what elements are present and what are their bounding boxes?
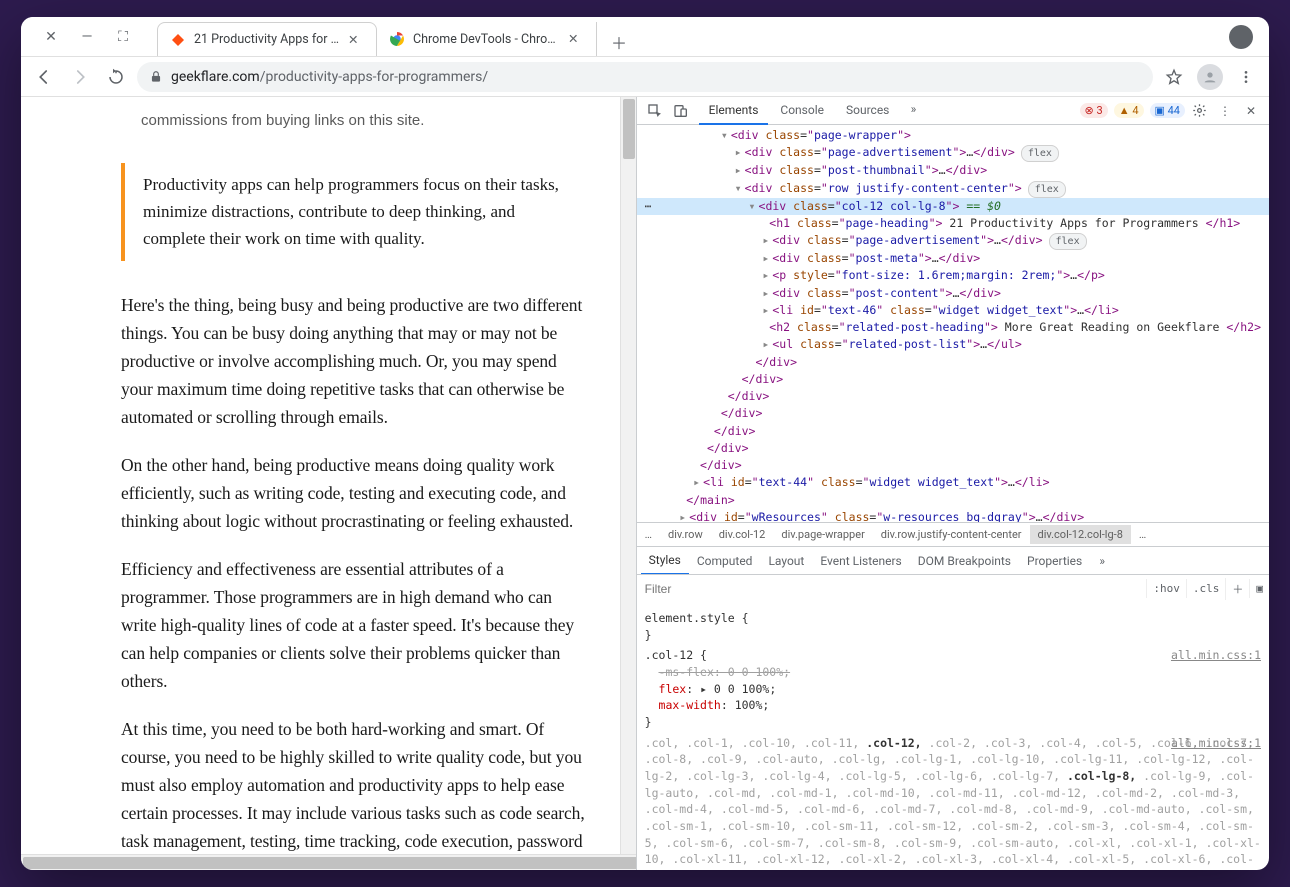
styles-panel-tabs: Styles Computed Layout Event Listeners D… <box>637 546 1269 574</box>
breadcrumb[interactable]: div.col-12 <box>711 525 774 544</box>
tab-label: Chrome DevTools - Chrome <box>413 32 560 47</box>
tab-sources[interactable]: Sources <box>836 97 899 125</box>
url-text: geekflare.com/productivity-apps-for-prog… <box>171 69 488 85</box>
tab-close-icon[interactable]: ✕ <box>568 31 584 47</box>
window-close-button[interactable]: ✕ <box>37 23 65 51</box>
dom-tree[interactable]: ▾<div class="page-wrapper"> ▸<div class=… <box>637 125 1269 522</box>
breadcrumb[interactable]: div.row <box>660 525 711 544</box>
bookmark-button[interactable] <box>1159 62 1189 92</box>
webpage-viewport: commissions from buying links on this si… <box>21 97 636 870</box>
browser-tabs: 21 Productivity Apps for Pro ✕ Chrome De… <box>157 17 1229 56</box>
breadcrumb[interactable]: div.row.justify-content-center <box>873 525 1030 544</box>
styles-rules-body[interactable]: element.style {} all.min.css:1 .col-12 {… <box>637 602 1269 870</box>
selected-dom-node: ⋯ ▾<div class="col-12 col-lg-8"> == $0 <box>637 198 1269 215</box>
chrome-favicon <box>389 31 405 47</box>
source-link[interactable]: all.min.css:1 <box>1171 735 1261 752</box>
back-button[interactable] <box>29 62 59 92</box>
browser-tab-active[interactable]: 21 Productivity Apps for Pro ✕ <box>157 22 377 56</box>
geekflare-favicon <box>170 32 186 48</box>
issue-badges[interactable]: ⊗ 3 ▲ 4 ▣ 44 <box>1080 103 1185 118</box>
hov-button[interactable]: :hov <box>1146 579 1186 598</box>
devtools-close-button[interactable]: ✕ <box>1239 99 1263 123</box>
content-area: commissions from buying links on this si… <box>21 97 1269 870</box>
tab-layout[interactable]: Layout <box>760 548 812 574</box>
breadcrumb[interactable]: … <box>637 525 660 544</box>
forward-button[interactable] <box>65 62 95 92</box>
article-body[interactable]: commissions from buying links on this si… <box>21 97 636 870</box>
tab-elements[interactable]: Elements <box>699 97 769 125</box>
article-blockquote: Productivity apps can help programmers f… <box>121 163 588 261</box>
profile-button[interactable] <box>1195 62 1225 92</box>
reload-button[interactable] <box>101 62 131 92</box>
warnings-badge[interactable]: ▲ 4 <box>1114 103 1144 118</box>
devtools-settings-button[interactable] <box>1187 99 1211 123</box>
devtools-menu-button[interactable]: ⋮ <box>1213 99 1237 123</box>
browser-tab[interactable]: Chrome DevTools - Chrome ✕ <box>377 22 597 56</box>
affiliate-disclosure: commissions from buying links on this si… <box>141 109 588 133</box>
issues-badge[interactable]: ▣ 44 <box>1150 103 1186 118</box>
article-paragraph: Here's the thing, being busy and being p… <box>121 291 588 431</box>
page-vertical-scrollbar[interactable] <box>620 97 636 854</box>
lock-icon <box>149 70 163 84</box>
devtools-toolbar: Elements Console Sources » ⊗ 3 ▲ 4 ▣ 44 … <box>637 97 1269 125</box>
article-paragraph: Efficiency and effectiveness are essenti… <box>121 555 588 695</box>
styles-filter-input[interactable] <box>637 582 1147 596</box>
profile-avatar-icon <box>1197 64 1223 90</box>
devtools-panel-tabs: Elements Console Sources » <box>699 97 1078 125</box>
titlebar-avatar[interactable] <box>1229 25 1253 49</box>
more-styles-tabs-button[interactable]: » <box>1090 549 1114 573</box>
address-bar: geekflare.com/productivity-apps-for-prog… <box>21 57 1269 97</box>
breadcrumb-more[interactable]: … <box>1131 525 1154 544</box>
article-paragraph: On the other hand, being productive mean… <box>121 451 588 535</box>
css-rule-col12[interactable]: all.min.css:1 .col-12 { -ms-flex: 0 0 10… <box>645 647 1261 730</box>
titlebar: ✕ — ⛶ 21 Productivity Apps for Pro ✕ Chr… <box>21 17 1269 57</box>
element-style-rule[interactable]: element.style {} <box>645 610 1261 643</box>
toggle-computed-button[interactable]: ▣ <box>1249 579 1269 598</box>
browser-menu-button[interactable] <box>1231 62 1261 92</box>
inspect-element-button[interactable] <box>643 99 667 123</box>
cls-button[interactable]: .cls <box>1186 579 1226 598</box>
window-maximize-button[interactable]: ⛶ <box>109 23 137 51</box>
css-rule-col-combo[interactable]: all.min.css:1 .col, .col-1, .col-10, .co… <box>645 735 1261 870</box>
tab-properties[interactable]: Properties <box>1019 548 1090 574</box>
tab-styles[interactable]: Styles <box>641 547 689 575</box>
window-controls: ✕ — ⛶ <box>29 23 145 51</box>
omnibox[interactable]: geekflare.com/productivity-apps-for-prog… <box>137 62 1153 92</box>
tab-label: 21 Productivity Apps for Pro <box>194 32 340 47</box>
tab-close-icon[interactable]: ✕ <box>348 32 364 48</box>
article-paragraph: At this time, you need to be both hard-w… <box>121 715 588 870</box>
tab-computed[interactable]: Computed <box>689 548 761 574</box>
breadcrumb[interactable]: div.page-wrapper <box>773 525 872 544</box>
browser-window: ✕ — ⛶ 21 Productivity Apps for Pro ✕ Chr… <box>21 17 1269 870</box>
page-horizontal-scrollbar[interactable] <box>21 854 636 870</box>
tab-dom-breakpoints[interactable]: DOM Breakpoints <box>910 548 1019 574</box>
device-toolbar-button[interactable] <box>669 99 693 123</box>
window-minimize-button[interactable]: — <box>73 23 101 51</box>
new-style-rule-button[interactable]: ＋ <box>1225 578 1249 600</box>
errors-badge[interactable]: ⊗ 3 <box>1080 103 1108 118</box>
breadcrumb-active[interactable]: div.col-12.col-lg-8 <box>1030 525 1131 544</box>
devtools-panel: Elements Console Sources » ⊗ 3 ▲ 4 ▣ 44 … <box>636 97 1269 870</box>
dom-breadcrumbs[interactable]: … div.row div.col-12 div.page-wrapper di… <box>637 522 1269 546</box>
styles-filter-bar: :hov .cls ＋ ▣ <box>637 574 1269 602</box>
new-tab-button[interactable]: ＋ <box>605 28 633 56</box>
tab-console[interactable]: Console <box>770 97 834 125</box>
tab-event-listeners[interactable]: Event Listeners <box>812 548 909 574</box>
more-tabs-button[interactable]: » <box>901 97 925 121</box>
source-link[interactable]: all.min.css:1 <box>1171 647 1261 664</box>
